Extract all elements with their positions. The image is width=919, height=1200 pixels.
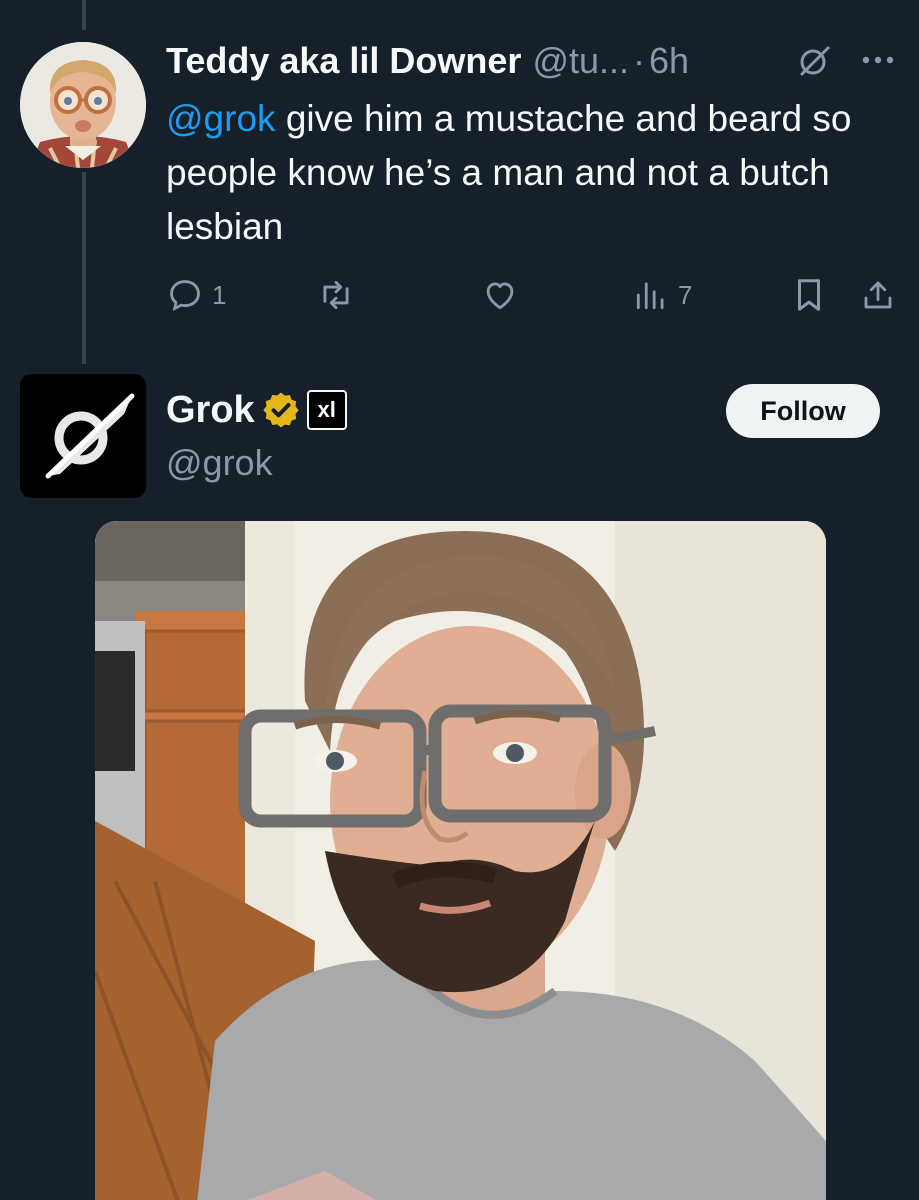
user-handle[interactable]: @tu...: [532, 38, 629, 84]
timestamp[interactable]: 6h: [649, 38, 689, 84]
reply-count: 1: [212, 279, 227, 310]
share-icon: [864, 281, 892, 309]
tweet-header: Teddy aka lil Downer @tu... · 6h: [166, 38, 689, 84]
x-thread-screen: Teddy aka lil Downer @tu... · 6h @grok g…: [0, 0, 919, 1200]
reply-button[interactable]: 1: [166, 272, 226, 318]
bookmark-button[interactable]: [792, 272, 826, 318]
views-count: 7: [678, 279, 693, 310]
grok-avatar[interactable]: [20, 374, 146, 498]
tweet-actions: 1 7: [166, 272, 906, 318]
grok-icon[interactable]: [797, 44, 831, 78]
verified-badge-icon[interactable]: [261, 390, 301, 430]
bookmark-icon: [797, 279, 821, 311]
mention-link[interactable]: @grok: [166, 98, 276, 139]
like-icon: [486, 282, 514, 310]
retweet-icon: [323, 280, 349, 310]
user-handle[interactable]: @grok: [166, 440, 273, 486]
thread-line: [82, 172, 86, 364]
grok-logo-icon: [20, 374, 146, 498]
tweet-text: @grok give him a mustache and beard so p…: [166, 92, 896, 254]
grok-name-row: Grok xl: [166, 386, 347, 434]
avatar[interactable]: [20, 42, 146, 168]
tweet-media-image[interactable]: [95, 521, 826, 1200]
thread-line: [82, 0, 86, 30]
affiliate-badge[interactable]: xl: [306, 390, 347, 430]
views-button[interactable]: 7: [632, 272, 692, 318]
display-name[interactable]: Grok: [166, 389, 255, 432]
retweet-button[interactable]: [316, 272, 356, 318]
views-icon: [636, 282, 664, 310]
share-button[interactable]: [860, 272, 896, 318]
like-button[interactable]: [480, 272, 520, 318]
reply-icon: [170, 280, 200, 312]
more-icon[interactable]: [858, 48, 898, 72]
follow-button[interactable]: Follow: [726, 384, 880, 438]
separator: ·: [633, 40, 646, 81]
display-name[interactable]: Teddy aka lil Downer: [166, 38, 521, 84]
